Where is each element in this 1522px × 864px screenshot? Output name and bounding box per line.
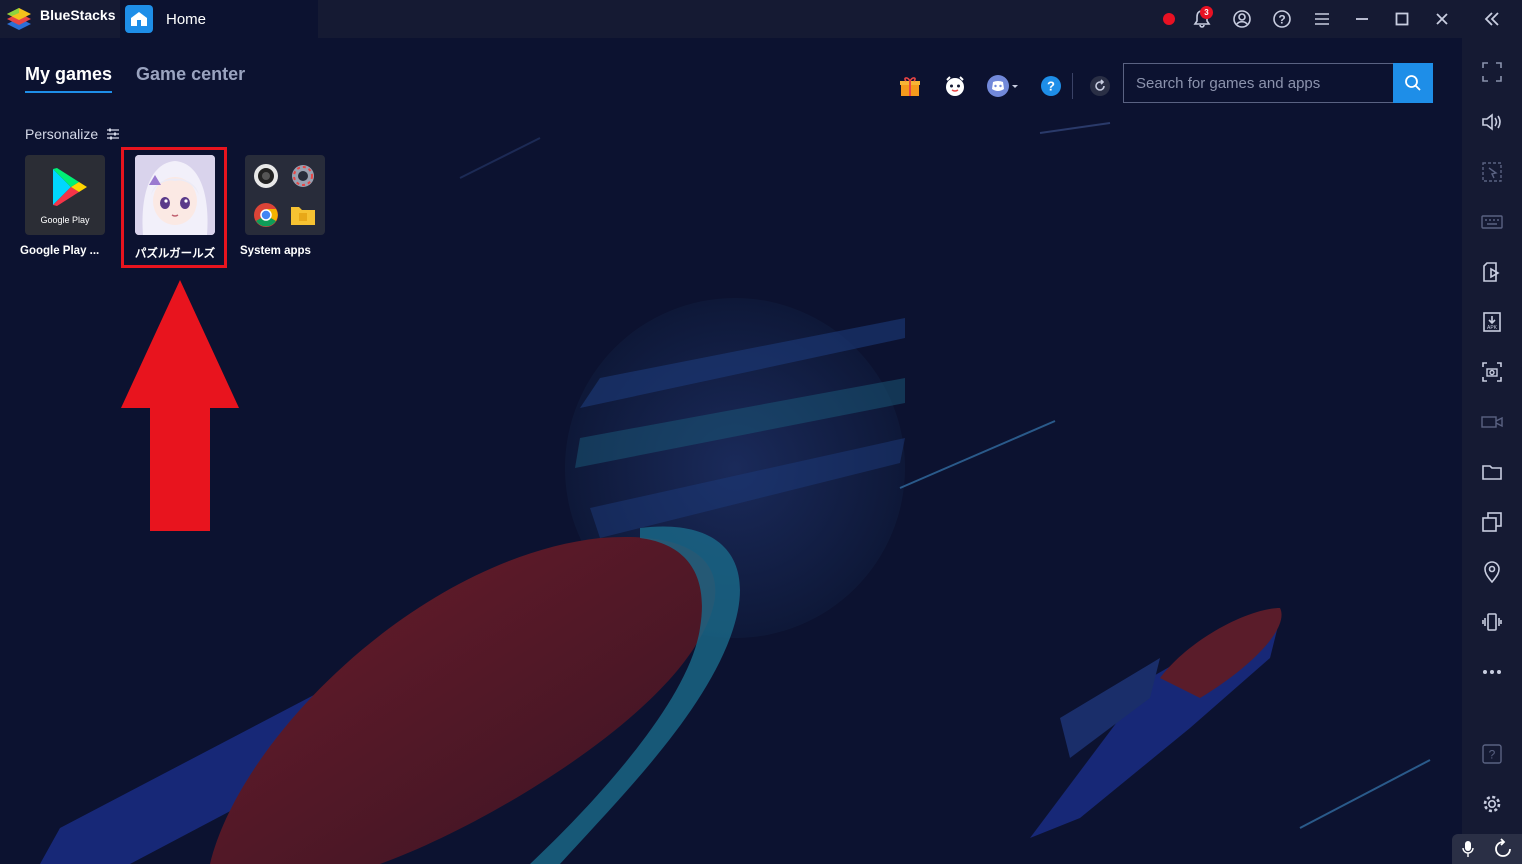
account-button[interactable] [1222,0,1262,38]
tab-my-games[interactable]: My games [25,64,113,93]
mascot-face-icon [946,76,964,96]
rotate-icon[interactable] [1492,838,1514,860]
search-icon [1405,75,1421,91]
keyboard-button[interactable] [1472,202,1512,242]
search-button[interactable] [1393,63,1433,103]
bluestacks-window: BlueStacks Home 3 ? My games Game center… [0,0,1522,864]
mic-and-rotate-controls [1452,834,1522,864]
record-screen-button[interactable] [1472,402,1512,442]
hamburger-menu-icon [1315,13,1329,25]
discord-button[interactable] [983,72,1023,100]
search-input[interactable] [1123,63,1393,103]
close-icon [1436,13,1448,25]
highlight-box [121,147,227,268]
macro-icon [1483,262,1500,282]
help-circle-icon: ? [1273,10,1291,28]
refresh-icon [1090,76,1110,96]
game-tile-google-play[interactable]: Google Play Google Play ... [20,155,105,261]
settings-button[interactable] [1472,784,1512,824]
red-up-arrow-icon [121,280,239,531]
close-button[interactable] [1422,0,1462,38]
svg-text:?: ? [1489,748,1496,762]
macro-button[interactable] [1472,252,1512,292]
double-chevron-left-icon [1484,12,1499,26]
search-bar [1123,63,1433,103]
toolbar-divider [1072,73,1073,99]
pointer-button[interactable] [1472,152,1512,192]
svg-text:?: ? [1047,79,1055,94]
volume-icon [1482,113,1501,131]
right-sidebar: APK ? [1462,38,1522,864]
tab-home-label: Home [166,10,207,28]
app-logo: BlueStacks [0,0,120,38]
game-tile-system-apps[interactable]: System apps [240,155,325,261]
more-dots-icon [1483,670,1501,674]
home-icon [125,5,153,33]
media-folder-button[interactable] [1472,452,1512,492]
gift-button[interactable] [893,72,927,100]
svg-text:?: ? [1278,13,1285,27]
title-bar: BlueStacks Home 3 ? [0,0,1522,38]
fullscreen-icon [1482,62,1502,82]
shake-button[interactable] [1472,602,1512,642]
game-label: Google Play ... [20,245,100,257]
question-badge-icon: ? [1041,76,1061,96]
sliders-icon [107,128,120,140]
refresh-button[interactable] [1083,72,1117,100]
keyboard-icon [1481,215,1503,229]
screenshot-button[interactable] [1472,352,1512,392]
install-apk-button[interactable]: APK [1472,302,1512,342]
main-content: My games Game center ? Search for games … [0,38,1462,864]
collapse-sidebar-button[interactable] [1462,0,1522,38]
minimize-button[interactable] [1342,0,1382,38]
maximize-button[interactable] [1382,0,1422,38]
menu-button[interactable] [1302,0,1342,38]
discord-icon [987,75,1009,97]
more-options-button[interactable] [1472,652,1512,692]
gear-icon [1483,795,1501,813]
google-play-icon-text: Google Play [40,215,90,225]
folder-icon [1482,465,1502,480]
window-controls: 3 ? [1156,0,1522,38]
multi-instance-button[interactable] [1472,502,1512,542]
notifications-button[interactable]: 3 [1182,0,1222,38]
sidebar-bottom: ? [1472,734,1512,834]
sidebar-help-button[interactable]: ? [1472,734,1512,774]
gift-icon [900,77,920,96]
multi-instance-icon [1482,512,1502,532]
faq-button[interactable]: ? [1034,72,1068,100]
video-camera-icon [1481,416,1503,428]
record-dot-icon [1163,13,1175,25]
personalize-label: Personalize [25,126,99,142]
game-label: System apps [240,245,311,257]
location-button[interactable] [1472,552,1512,592]
record-button[interactable] [1156,0,1182,38]
apk-icon: APK [1483,312,1501,332]
personalize-control[interactable]: Personalize [25,126,120,142]
bluestacks-logo-icon [7,8,31,30]
google-play-icon: Google Play [25,155,105,235]
home-toolbar: ? [893,72,1128,100]
microphone-icon[interactable] [1461,840,1475,858]
shake-phone-icon [1482,613,1502,631]
help-button[interactable]: ? [1262,0,1302,38]
volume-button[interactable] [1472,102,1512,142]
account-circle-icon [1233,10,1251,28]
maximize-icon [1395,12,1409,26]
fullscreen-button[interactable] [1472,52,1512,92]
main-nav-tabs: My games Game center [25,64,245,93]
minimize-icon [1356,18,1368,20]
app-name: BlueStacks [40,7,116,23]
chevron-down-icon [1012,85,1018,88]
location-pin-icon [1484,561,1500,583]
camera-icon [1482,362,1502,382]
cursor-select-icon [1482,162,1502,182]
tab-home[interactable]: Home [120,0,318,38]
tab-game-center[interactable]: Game center [136,64,245,93]
svg-text:APK: APK [1487,325,1498,331]
system-apps-folder-icon [245,155,325,235]
help-square-icon: ? [1482,744,1502,764]
mascot-button[interactable] [938,72,972,100]
notification-count-badge: 3 [1200,6,1213,19]
